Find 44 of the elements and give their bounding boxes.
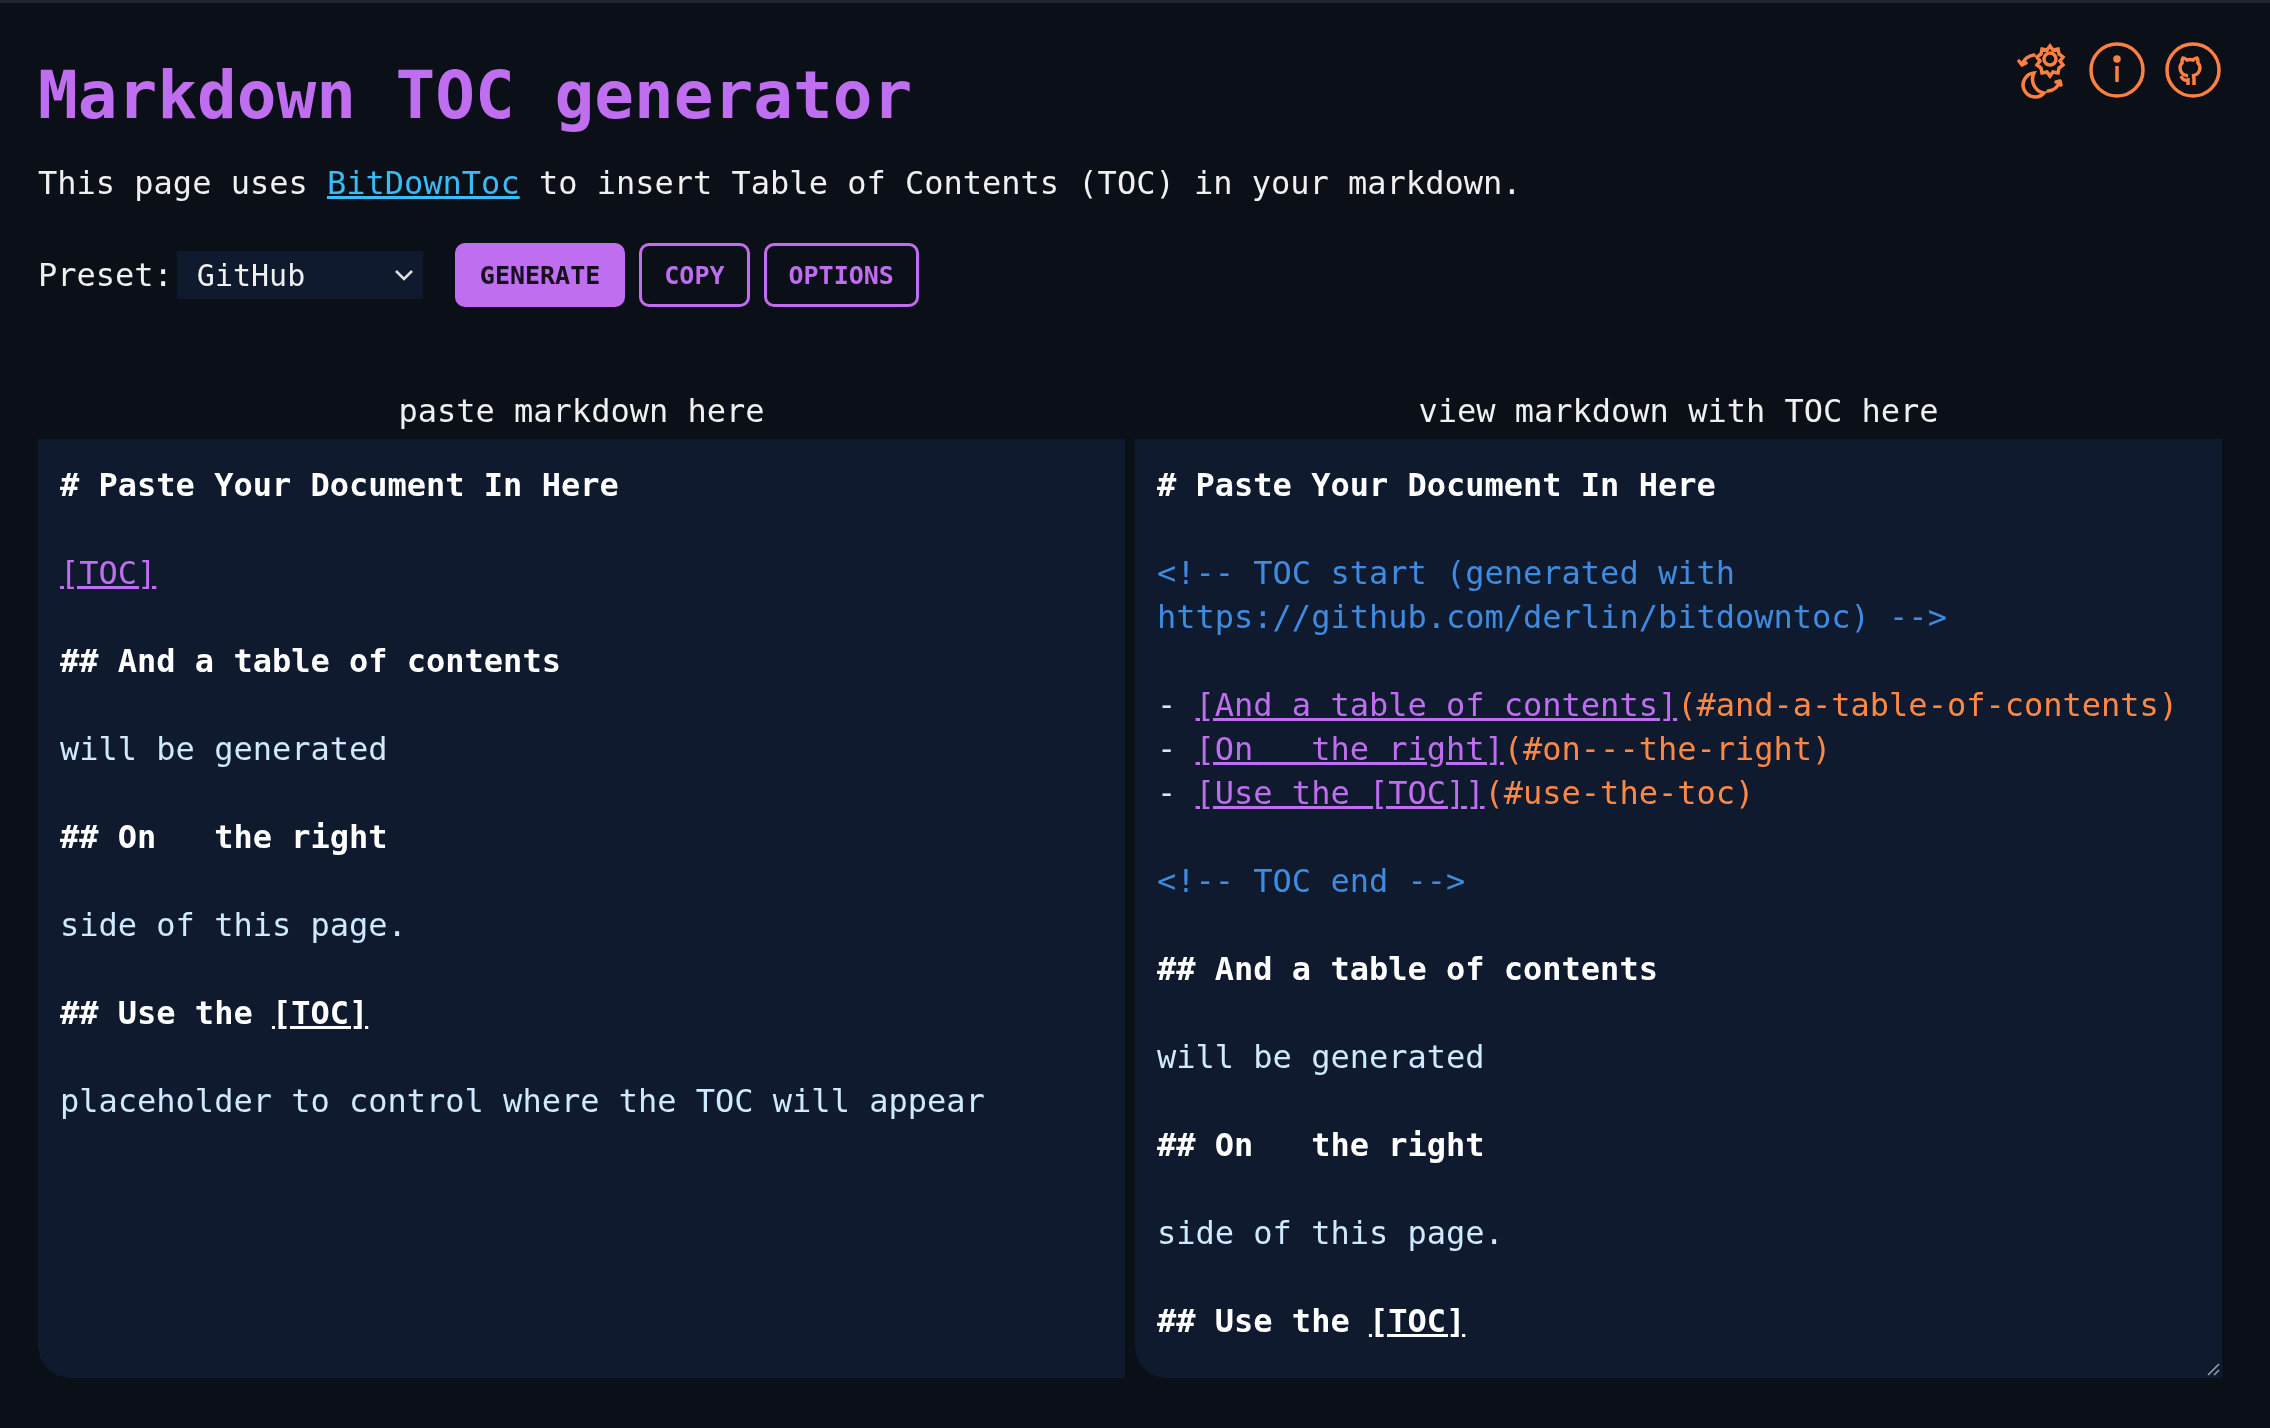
- page-title: Markdown TOC generator: [38, 56, 913, 136]
- markdown-comment: https://github.com/derlin/bitdowntoc) -->: [1157, 598, 1947, 636]
- markdown-text: placeholder to control where the TOC will appear: [60, 1082, 985, 1120]
- markdown-heading: ## And a table of contents: [1157, 950, 1658, 988]
- action-button[interactable]: COPY: [639, 243, 750, 307]
- github-icon[interactable]: [2164, 41, 2222, 99]
- markdown-link: [Use the [TOC]]: [1195, 774, 1485, 812]
- markdown-link: [On the right]: [1195, 730, 1504, 768]
- markdown-heading: ## Use the: [60, 994, 254, 1032]
- caret-icon: [392, 268, 415, 282]
- markdown-heading: ## Use the: [1157, 1302, 1351, 1340]
- bitdowntoc-link[interactable]: BitDownToc: [327, 164, 520, 202]
- markdown-heading: # Paste Your Document In Here: [1157, 466, 1716, 504]
- preset-label: Preset:: [38, 256, 173, 294]
- markdown-text: side of this page.: [1157, 1214, 1504, 1252]
- preset-dropdown[interactable]: GitHub: [176, 251, 423, 299]
- markdown-comment: <!-- TOC end -->: [1157, 862, 1466, 900]
- link-anchor: (#use-the-toc): [1484, 774, 1755, 812]
- info-icon[interactable]: [2088, 41, 2146, 99]
- generate-button[interactable]: GENERATE: [454, 243, 626, 307]
- panel-label: paste markdown here: [397, 391, 766, 432]
- markdown-heading: ## And a table of contents: [60, 642, 561, 680]
- markdown-text: side of this page.: [60, 906, 407, 944]
- list-bullet: -: [1157, 730, 1178, 768]
- link-anchor: (#and-a-table-of-contents): [1677, 686, 2179, 724]
- list-bullet: -: [1157, 686, 1178, 724]
- list-bullet: -: [1157, 774, 1178, 812]
- action-button[interactable]: OPTIONS: [763, 243, 919, 307]
- intro-text: This page uses BitDownToc to insert Table of Contents (TOC) in your markdown.: [38, 163, 1523, 204]
- markdown-editor[interactable]: [1135, 439, 2222, 1378]
- markdown-heading: ## On the right: [1157, 1126, 1485, 1164]
- link-anchor: (#on---the-right): [1503, 730, 1832, 768]
- markdown-link: [And a table of contents]: [1195, 686, 1678, 724]
- markdown-editor[interactable]: # Paste Your Document In Here [TOC] ## And a table of contents will be generated ## On the right side of this page. ## Use the [TOC] placeholder to control where the TOC will appear: [38, 439, 1125, 1378]
- resize-handle-icon[interactable]: [2206, 1362, 2220, 1376]
- markdown-comment: <!-- TOC start (generated with: [1157, 554, 1735, 592]
- markdown-text: will be generated: [1157, 1038, 1485, 1076]
- heading-link: [TOC]: [1368, 1302, 1466, 1340]
- heading-link: [TOC]: [271, 994, 369, 1032]
- markdown-heading: ## On the right: [60, 818, 388, 856]
- panel-label: view markdown with TOC here: [1417, 391, 1940, 432]
- markdown-heading: # Paste Your Document In Here: [60, 466, 619, 504]
- markdown-link: [TOC]: [60, 554, 157, 592]
- markdown-text: will be generated: [60, 730, 388, 768]
